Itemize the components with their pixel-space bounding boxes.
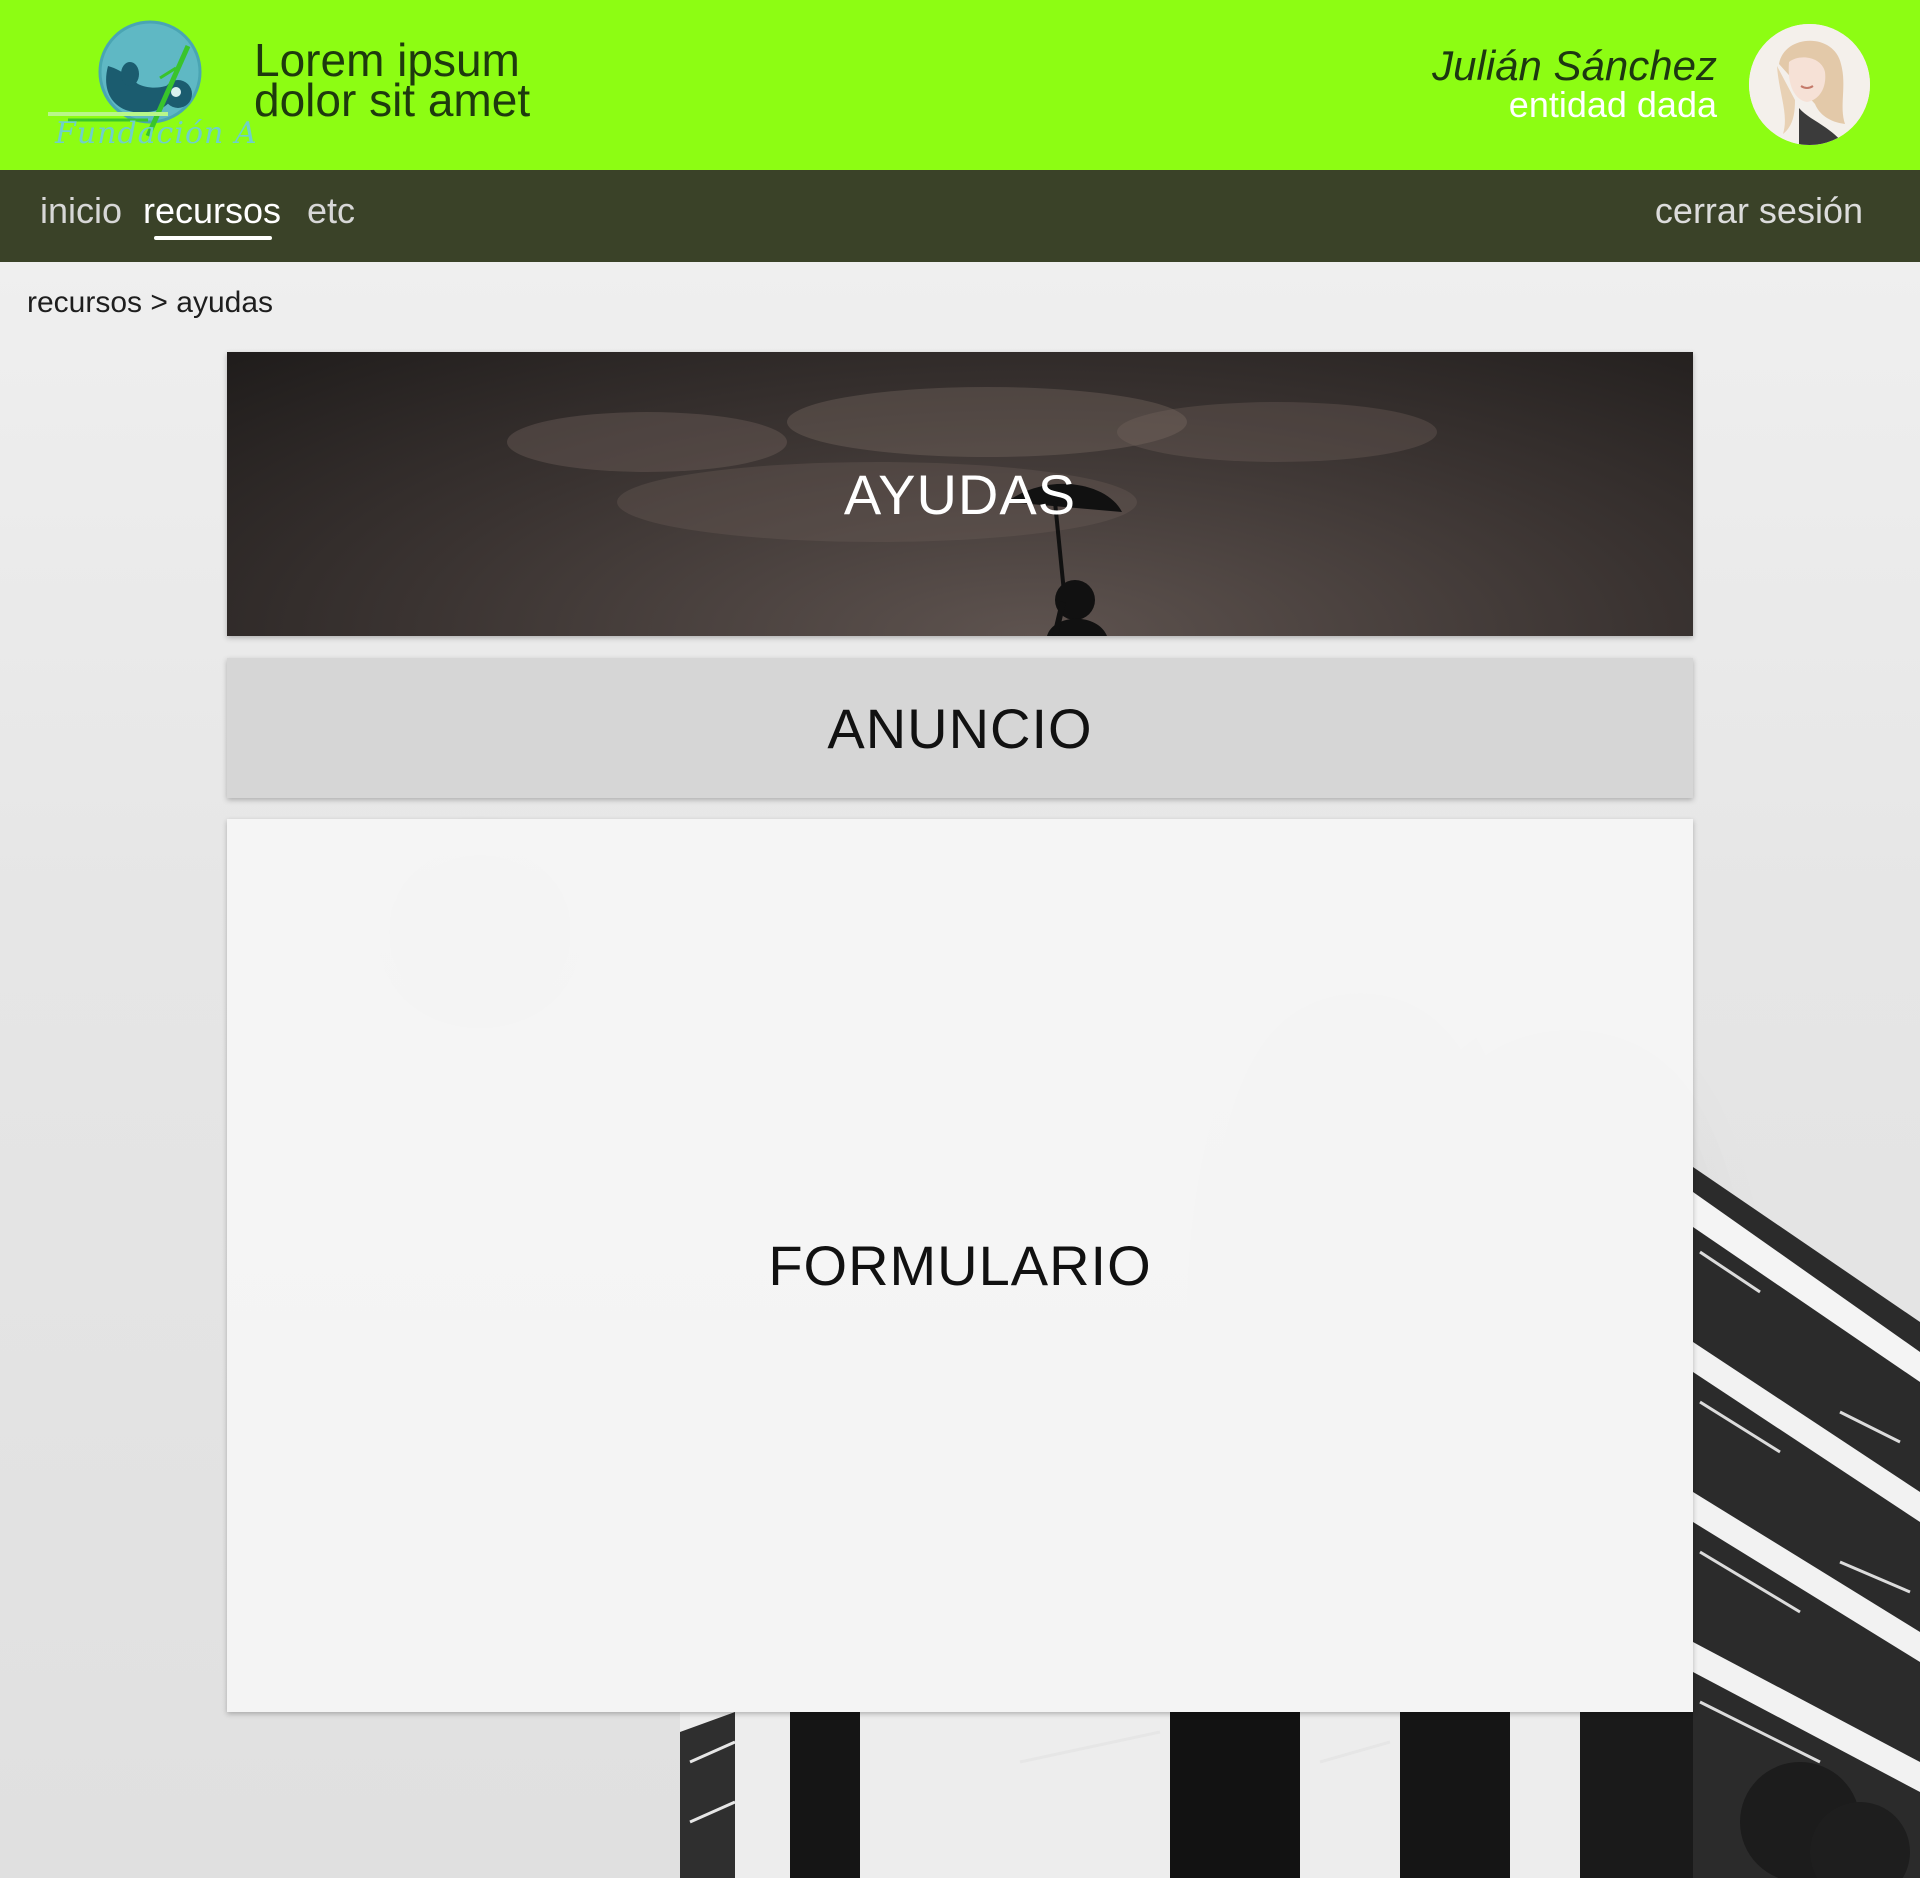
logo-text: Fundación A	[55, 116, 258, 151]
site-title-line2: dolor sit amet	[254, 74, 531, 126]
ayudas-hero-banner: AYUDAS	[227, 352, 1693, 636]
breadcrumb: recursos > ayudas	[27, 286, 273, 320]
user-avatar[interactable]	[1749, 24, 1870, 145]
form-title: FORMULARIO	[768, 1234, 1152, 1297]
active-tab-indicator	[154, 236, 272, 240]
anuncio-card: ANUNCIO	[227, 658, 1693, 798]
nav-item-etc[interactable]: etc	[307, 190, 355, 232]
breadcrumb-current: ayudas	[176, 286, 274, 319]
site-title: Lorem ipsum dolor sit amet	[254, 37, 531, 126]
user-entity: entidad dada	[1508, 84, 1717, 125]
breadcrumb-parent-link[interactable]: recursos	[27, 286, 142, 319]
hero-title: AYUDAS	[843, 462, 1077, 526]
formulario-card[interactable]: FORMULARIO	[227, 819, 1693, 1712]
user-name: Julián Sánchez	[1432, 42, 1717, 89]
logout-link[interactable]: cerrar sesión	[1655, 190, 1863, 232]
nav-item-inicio[interactable]: inicio	[40, 190, 122, 232]
nav-item-recursos[interactable]: recursos	[143, 190, 281, 232]
ad-title: ANUNCIO	[827, 696, 1093, 760]
breadcrumb-separator: >	[150, 286, 168, 319]
main-nav: inicio recursos etc cerrar sesión	[0, 170, 1920, 262]
top-header: Fundación A Lorem ipsum dolor sit amet J…	[0, 0, 1920, 170]
avatar-portrait-icon	[1749, 24, 1870, 145]
